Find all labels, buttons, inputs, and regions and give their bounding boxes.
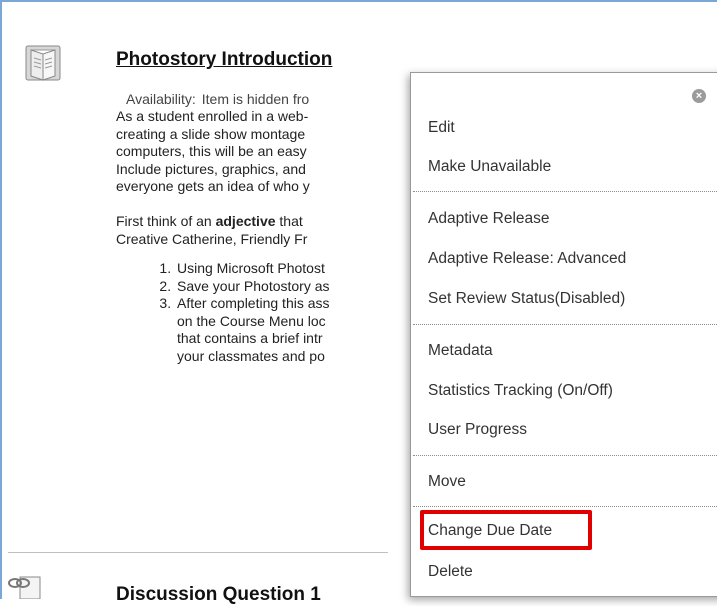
menu-separator: [413, 324, 717, 325]
close-icon[interactable]: ×: [692, 89, 706, 103]
item-description: As a student enrolled in a web- creating…: [116, 108, 426, 365]
list-item-text: on the Course Menu loc: [177, 312, 326, 329]
description-line: Include pictures, graphics, and: [116, 160, 306, 177]
availability-line: Availability: Item is hidden fro: [126, 91, 309, 107]
item-context-menu: × Edit Make Unavailable Adaptive Release…: [410, 72, 717, 597]
menu-item-metadata[interactable]: Metadata: [428, 340, 493, 362]
description-line: First think of an adjective that: [116, 213, 426, 231]
list-item: Save your Photostory as: [175, 278, 426, 296]
text-run: that: [275, 213, 303, 229]
menu-item-delete[interactable]: Delete: [428, 561, 473, 583]
menu-item-make-unavailable[interactable]: Make Unavailable: [428, 156, 551, 178]
link-item-icon: [8, 576, 41, 599]
menu-item-set-review-status[interactable]: Set Review Status(Disabled): [428, 288, 625, 310]
menu-separator: [413, 506, 717, 507]
list-item-text: your classmates and po: [177, 347, 325, 364]
menu-item-edit[interactable]: Edit: [428, 117, 455, 139]
bold-text: adjective: [215, 213, 276, 229]
availability-value: Item is hidden fro: [201, 91, 310, 107]
list-item-text: Save your Photostory as: [177, 277, 330, 294]
description-line: Creative Catherine, Friendly Fr: [116, 230, 308, 247]
steps-list: Using Microsoft Photost Save your Photos…: [116, 260, 426, 365]
description-line: everyone gets an idea of who y: [116, 178, 310, 194]
description-line: As a student enrolled in a web-: [116, 108, 309, 124]
description-line: creating a slide show montage: [116, 125, 306, 142]
content-frame-top-border: [0, 0, 717, 2]
list-item-text: After completing this ass: [177, 295, 330, 311]
menu-item-move[interactable]: Move: [428, 471, 466, 493]
content-frame-left-border: [0, 0, 2, 599]
availability-label: Availability:: [126, 91, 196, 107]
item-divider: [8, 552, 388, 553]
list-item: After completing this ass on the Course …: [175, 295, 426, 365]
menu-item-adaptive-release[interactable]: Adaptive Release: [428, 208, 550, 230]
menu-item-statistics-tracking[interactable]: Statistics Tracking (On/Off): [428, 380, 613, 402]
text-run: First think of an: [116, 213, 216, 229]
menu-item-user-progress[interactable]: User Progress: [428, 419, 527, 441]
description-line: computers, this will be an easy: [116, 143, 307, 159]
menu-item-adaptive-release-advanced[interactable]: Adaptive Release: Advanced: [428, 248, 626, 270]
menu-separator: [413, 455, 717, 456]
list-item: Using Microsoft Photost: [175, 260, 426, 278]
document-item-icon: [25, 45, 61, 81]
next-item-title-link[interactable]: Discussion Question 1: [116, 584, 321, 606]
menu-separator: [413, 191, 717, 192]
item-title-link[interactable]: Photostory Introduction: [116, 49, 332, 71]
highlight-box: [420, 510, 592, 550]
list-item-text: that contains a brief intr: [177, 330, 323, 346]
list-item-text: Using Microsoft Photost: [177, 260, 325, 276]
